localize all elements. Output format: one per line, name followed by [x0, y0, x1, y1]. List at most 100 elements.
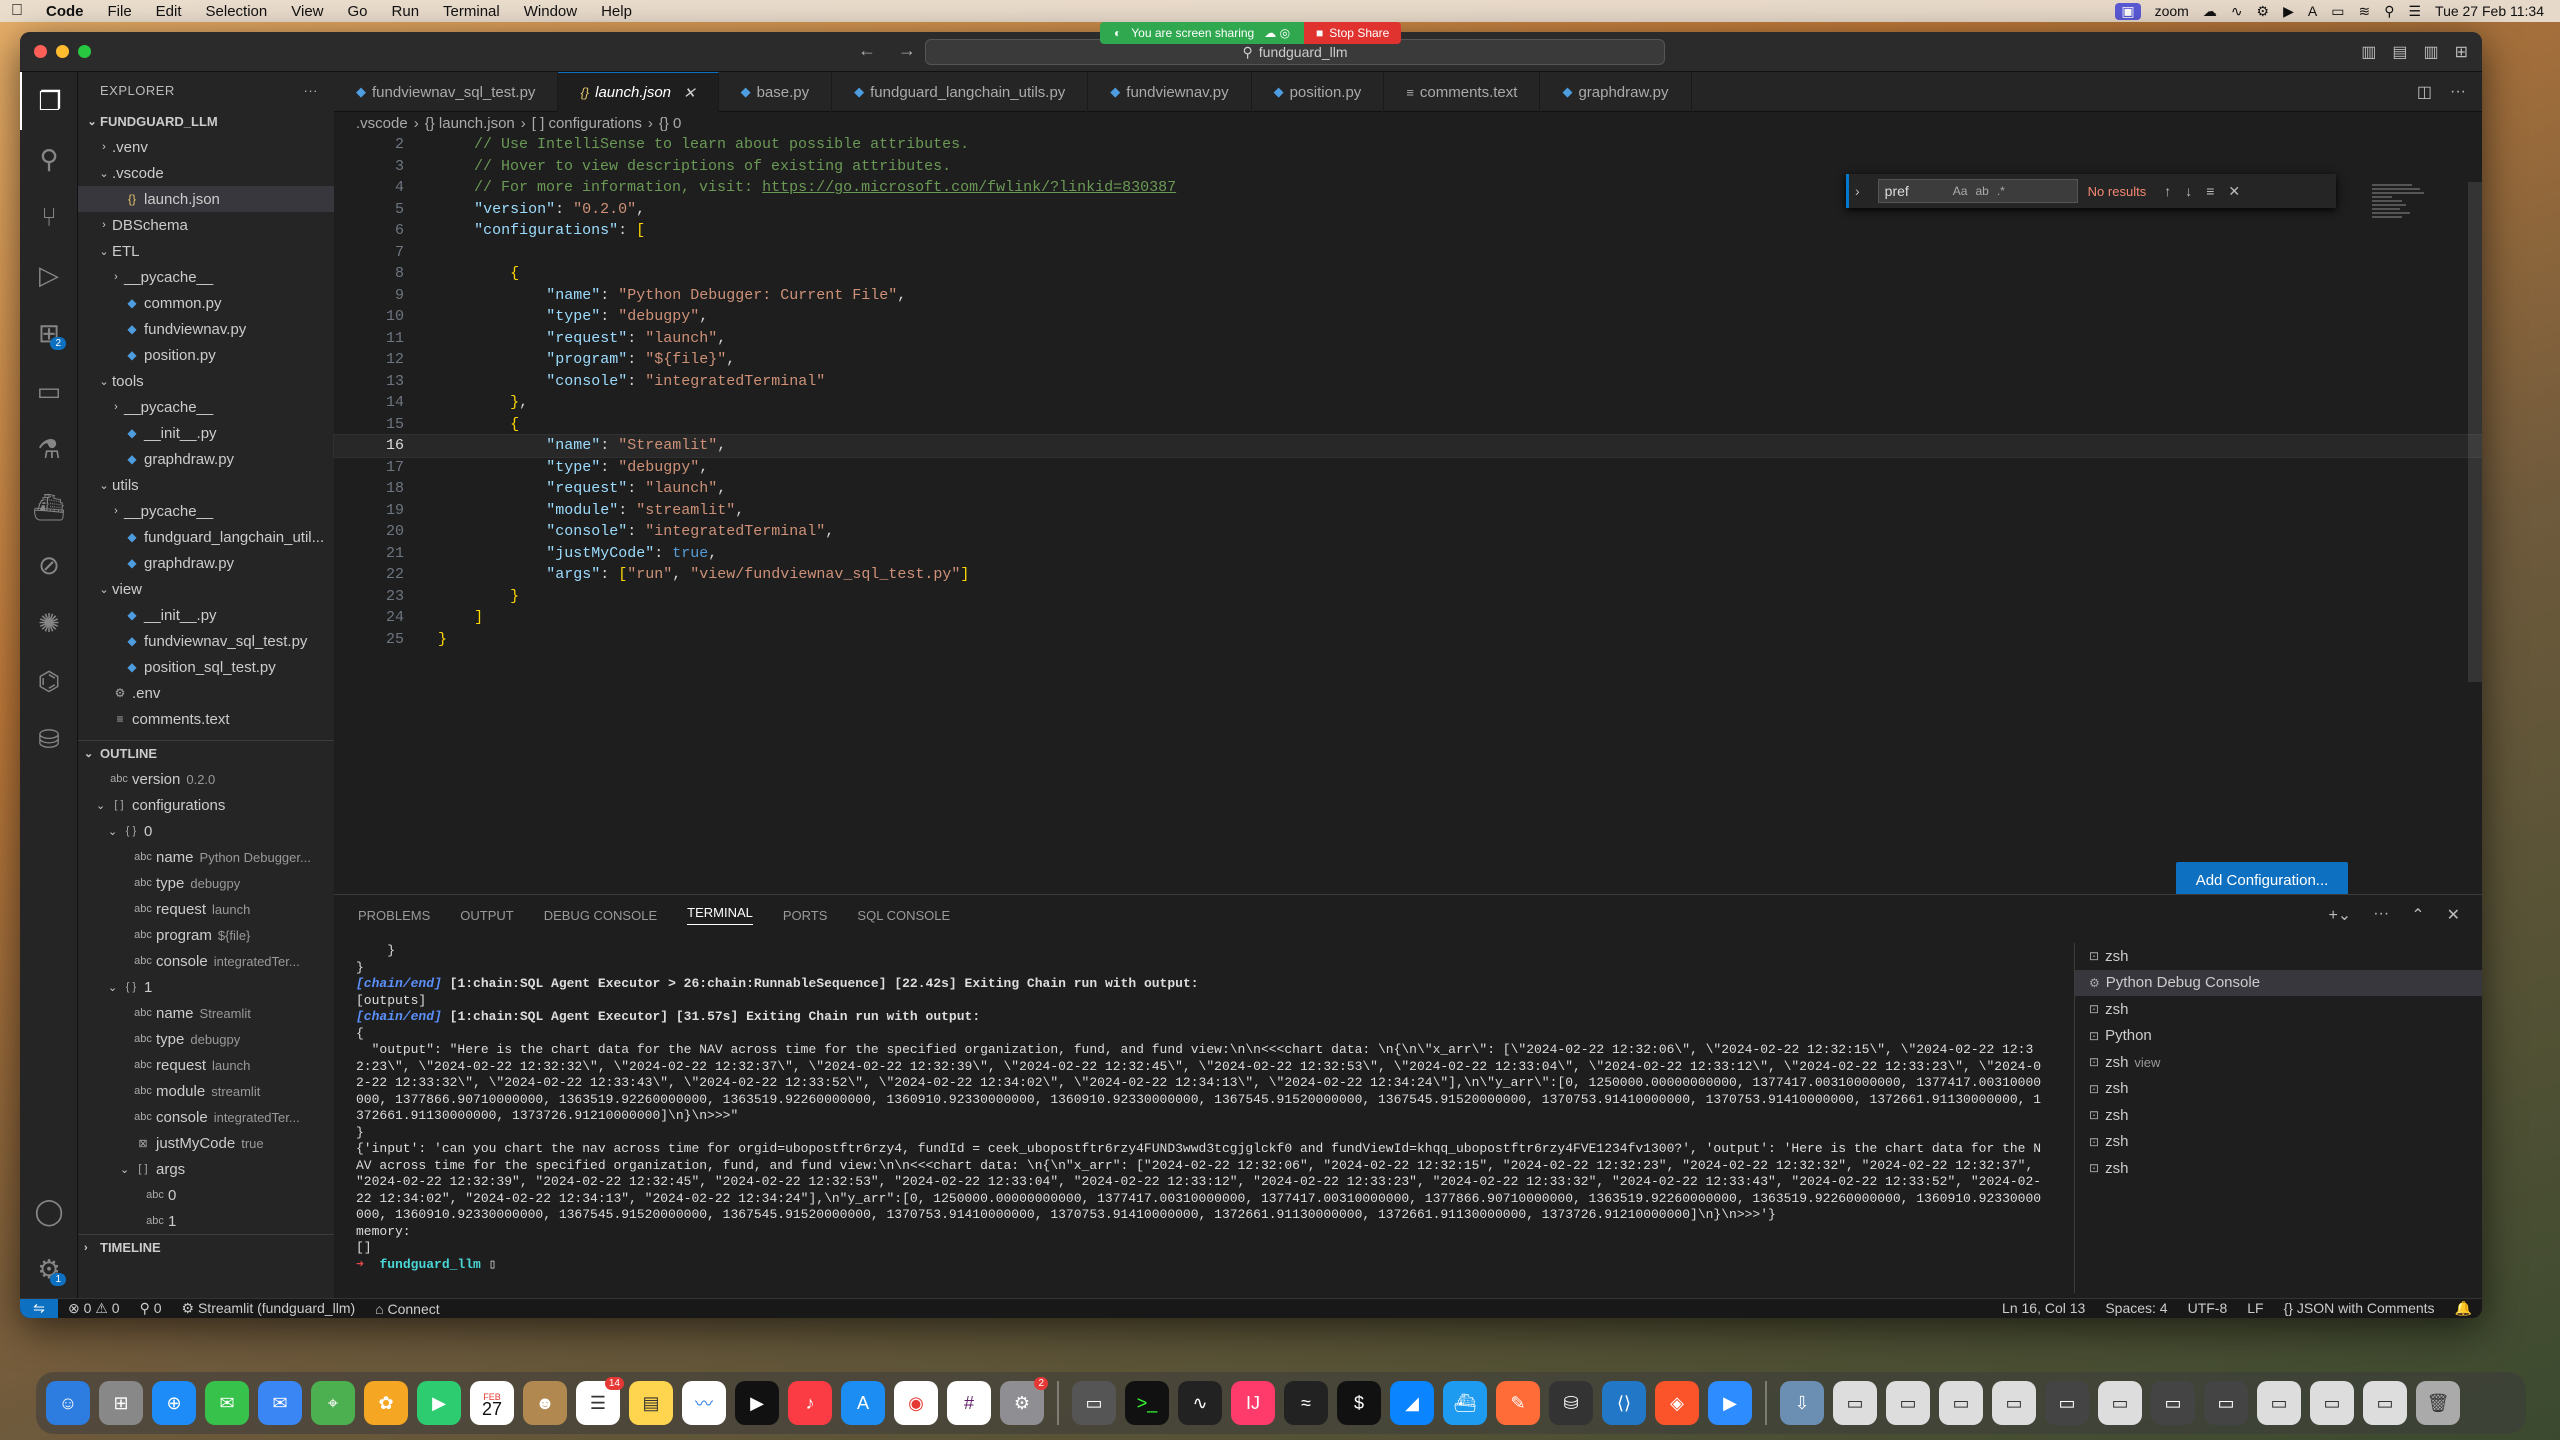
trash-icon[interactable]: 🗑 — [2416, 1381, 2460, 1425]
cloud-icon[interactable]: ☁ — [2203, 3, 2217, 20]
tree-file[interactable]: ◆ graphdraw.py — [78, 550, 334, 576]
explorer-icon[interactable]: ❐ — [20, 72, 78, 130]
cursor-app-icon[interactable]: ◢ — [1390, 1381, 1434, 1425]
code-line[interactable]: 13 "console": "integratedTerminal" — [334, 371, 2482, 393]
match-word-icon[interactable]: ab — [1975, 184, 1988, 198]
freeform-icon[interactable]: 〰 — [682, 1381, 726, 1425]
zoom-window-button[interactable] — [78, 45, 91, 58]
source-control-icon[interactable]: ⑂ — [20, 188, 78, 246]
code-line[interactable]: 23 } — [334, 586, 2482, 608]
tab-ports[interactable]: PORTS — [783, 908, 828, 923]
editor-scrollbar[interactable] — [2468, 182, 2482, 682]
menu-go[interactable]: Go — [336, 3, 380, 20]
outline-item[interactable]: ⌄ [ ] args — [78, 1156, 334, 1182]
find-input[interactable]: pref Aa ab .* — [1877, 179, 2078, 203]
notes-icon[interactable]: ▤ — [629, 1381, 673, 1425]
encoding[interactable]: UTF-8 — [2178, 1300, 2238, 1317]
zoom-menu-label[interactable]: zoom — [2155, 3, 2189, 19]
outline-item[interactable]: abc type debugpy — [78, 1026, 334, 1052]
terminal-instance[interactable]: ⚙ Python Debug Console — [2075, 969, 2482, 996]
play-icon[interactable]: ▶ — [2283, 3, 2294, 20]
intellij-icon[interactable]: IJ — [1231, 1381, 1275, 1425]
toggle-replace-icon[interactable]: › — [1855, 183, 1860, 199]
terminal-instance[interactable]: ⊡ zsh view — [2075, 1049, 2482, 1076]
more-actions-icon[interactable]: ··· — [304, 83, 335, 98]
minimap[interactable] — [2372, 182, 2432, 242]
outline-item[interactable]: abc request launch — [78, 1052, 334, 1078]
code-line[interactable]: 18 "request": "launch", — [334, 478, 2482, 500]
code-line[interactable]: 25} — [334, 629, 2482, 651]
code-editor[interactable]: 2 // Use IntelliSense to learn about pos… — [333, 134, 2482, 954]
tree-file[interactable]: ◆ fundviewnav_sql_test.py — [78, 628, 334, 654]
launchpad-icon[interactable]: ⊞ — [99, 1381, 143, 1425]
code-line[interactable]: 21 "justMyCode": true, — [334, 543, 2482, 565]
more-actions-icon[interactable]: ··· — [2373, 905, 2389, 925]
code-line[interactable]: 17 "type": "debugpy", — [334, 457, 2482, 479]
workspace-root[interactable]: ⌄ FUNDGUARD_LLM — [78, 108, 334, 134]
finder-icon[interactable]: ☺ — [46, 1381, 90, 1425]
slack-icon[interactable]: # — [947, 1381, 991, 1425]
dbeaver-icon[interactable]: ⛁ — [1549, 1381, 1593, 1425]
terminal-instance[interactable]: ⊡ zsh — [2075, 1076, 2482, 1103]
outline-item[interactable]: ⌄ { } 1 — [78, 974, 334, 1000]
tree-folder[interactable]: ⌄ tools — [78, 368, 334, 394]
menu-window[interactable]: Window — [512, 3, 589, 20]
maximize-panel-icon[interactable]: ⌃ — [2411, 905, 2424, 925]
window-thumbnail-icon[interactable]: ▭ — [1886, 1381, 1930, 1425]
terminal-icon[interactable]: >_ — [1125, 1381, 1169, 1425]
regex-icon[interactable]: .* — [1997, 184, 2005, 198]
outline-section-header[interactable]: ⌄ OUTLINE — [78, 740, 334, 766]
editor-tab[interactable]: ◆ base.py — [719, 72, 833, 112]
window-thumbnail-icon[interactable]: ▭ — [2098, 1381, 2142, 1425]
find-in-selection-icon[interactable]: ≡ — [2206, 183, 2214, 200]
forward-arrow-icon[interactable]: → — [898, 40, 916, 61]
search-view-icon[interactable]: ⚲ — [20, 130, 78, 188]
tab-problems[interactable]: PROBLEMS — [358, 908, 430, 923]
toggle-panel-icon[interactable]: ▤ — [2392, 42, 2407, 62]
more-actions-icon[interactable]: ··· — [2450, 83, 2466, 101]
remote-indicator-icon[interactable]: ⇋ — [20, 1298, 58, 1318]
input-source-icon[interactable]: A — [2308, 3, 2317, 19]
tree-file[interactable]: ⚙ .env — [78, 680, 334, 706]
close-panel-icon[interactable]: ✕ — [2447, 905, 2460, 925]
editor-tab[interactable]: ≡ comments.text — [1384, 72, 1541, 112]
menu-help[interactable]: Help — [589, 3, 644, 20]
chrome-icon[interactable]: ◉ — [894, 1381, 938, 1425]
tab-output[interactable]: OUTPUT — [460, 908, 513, 923]
screen-share-icon[interactable]: ▣ — [2115, 2, 2141, 20]
outline-item[interactable]: ⌄ { } 0 — [78, 818, 334, 844]
window-thumbnail-icon[interactable]: ▭ — [2204, 1381, 2248, 1425]
window-thumbnail-icon[interactable]: ▭ — [2363, 1381, 2407, 1425]
terminal-instance[interactable]: ⊡ zsh — [2075, 943, 2482, 970]
code-line[interactable]: 19 "module": "streamlit", — [334, 500, 2482, 522]
indentation[interactable]: Spaces: 4 — [2095, 1300, 2177, 1317]
tree-file[interactable]: ◆ fundviewnav.py — [78, 316, 334, 342]
code-line[interactable]: 22 "args": ["run", "view/fundviewnav_sql… — [334, 564, 2482, 586]
breadcrumb-item-0[interactable]: {} 0 — [659, 115, 682, 132]
ports-status[interactable]: ⚲ 0 — [130, 1300, 172, 1317]
outline-item[interactable]: abc program ${file} — [78, 922, 334, 948]
notifications-icon[interactable]: 🔔 — [2445, 1300, 2482, 1317]
outline-item[interactable]: abc type debugpy — [78, 870, 334, 896]
terminal-instance[interactable]: ⊡ zsh — [2075, 1102, 2482, 1129]
tree-folder[interactable]: › .venv — [78, 134, 334, 160]
tree-folder[interactable]: ⌄ utils — [78, 472, 334, 498]
terminal-instance[interactable]: ⊡ Python — [2075, 1023, 2482, 1050]
music-icon[interactable]: ♪ — [788, 1381, 832, 1425]
outline-item[interactable]: abc 0 — [78, 1182, 334, 1208]
code-line[interactable]: 16 "name": "Streamlit", — [333, 434, 2482, 458]
window-thumbnail-icon[interactable]: ▭ — [1833, 1381, 1877, 1425]
code-line[interactable]: 8 { — [334, 263, 2482, 285]
editor-tab[interactable]: ◆ fundviewnav.py — [1088, 72, 1252, 112]
tree-file[interactable]: ◆ common.py — [78, 290, 334, 316]
tree-file[interactable]: ◆ graphdraw.py — [78, 446, 334, 472]
split-editor-icon[interactable]: ◫ — [2417, 82, 2432, 102]
breadcrumb-vscode[interactable]: .vscode — [356, 115, 408, 132]
toggle-secondary-sidebar-icon[interactable]: ▥ — [2423, 42, 2438, 62]
app-store-icon[interactable]: A — [841, 1381, 885, 1425]
menu-selection[interactable]: Selection — [194, 3, 280, 20]
control-center-icon[interactable]: ☰ — [2408, 3, 2421, 20]
downloads-folder-icon[interactable]: ⇩ — [1780, 1381, 1824, 1425]
docker-icon[interactable]: ⛴ — [20, 478, 78, 536]
stocks-icon[interactable]: ≈ — [1284, 1381, 1328, 1425]
